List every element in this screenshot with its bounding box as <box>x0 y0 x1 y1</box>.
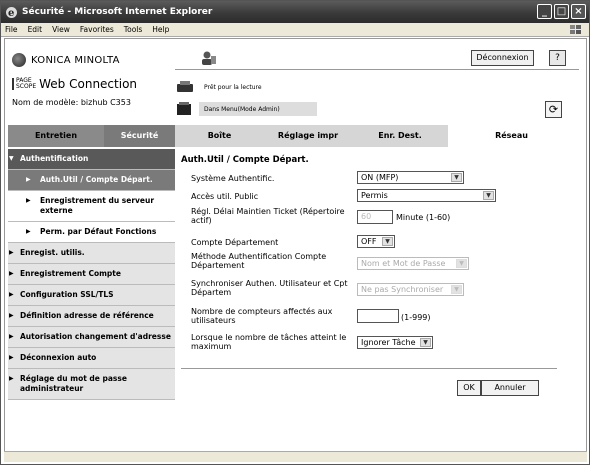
counters-range: (1-999) <box>401 313 431 322</box>
product-name: Web Connection <box>39 77 138 91</box>
menu-help[interactable]: Help <box>152 25 169 34</box>
help-button[interactable]: ? <box>549 50 566 66</box>
mode-status: Dans Menu(Mode Admin) <box>175 102 280 116</box>
menu-tools[interactable]: Tools <box>124 25 142 34</box>
page-content: KONICA MINOLTA PAGE SCOPE Web Connection … <box>4 38 587 462</box>
pagescope-icon: PAGE SCOPE <box>12 78 36 90</box>
main-panel: Auth.Util / Compte Départ. <box>181 149 581 165</box>
tab-enr-dest[interactable]: Enr. Dest. <box>352 125 448 147</box>
status-ready: Prêt pour la lecture <box>204 83 262 91</box>
counters-input[interactable] <box>357 309 399 323</box>
menu-file[interactable]: File <box>5 25 18 34</box>
header-divider <box>175 69 579 70</box>
sidebar-head-authentification[interactable]: ▼ Authentification <box>8 149 175 170</box>
logout-button[interactable]: Déconnexion <box>471 50 534 66</box>
printer-icon <box>177 81 193 92</box>
sidebar-item-adresse-reference[interactable]: ▶ Définition adresse de référence <box>8 306 175 327</box>
browser-status-bar <box>4 451 587 462</box>
cancel-button[interactable]: Annuler <box>481 380 539 396</box>
sidebar-item-autorisation-adresse[interactable]: ▶ Autorisation changement d'adresse <box>8 327 175 348</box>
main-tabs: Entretien Sécurité Boîte Réglage impr En… <box>8 125 575 147</box>
title-bar: e Sécurité - Microsoft Internet Explorer… <box>1 1 589 23</box>
status-admin-mode: Dans Menu(Mode Admin) <box>204 105 280 113</box>
sidebar-item-enregistrement-compte[interactable]: ▶ Enregistrement Compte <box>8 264 175 285</box>
windows-logo-icon <box>570 25 581 34</box>
menu-edit[interactable]: Edit <box>28 25 43 34</box>
chevron-down-icon: ▼ <box>420 338 431 347</box>
company-name: KONICA MINOLTA <box>31 54 120 66</box>
minimize-button[interactable]: _ <box>537 4 552 19</box>
tab-boite[interactable]: Boîte <box>175 125 264 147</box>
field-row-max-taches: Lorsque le nombre de tâches atteint le m… <box>191 333 363 351</box>
ok-button[interactable]: OK <box>457 380 481 396</box>
tab-reseau[interactable]: Réseau <box>448 125 575 147</box>
field-row-ticket: Régl. Délai Maintien Ticket (Répertoire … <box>191 207 356 225</box>
menu-favorites[interactable]: Favorites <box>80 25 114 34</box>
field-row-acces-public: Accès util. Public <box>191 192 363 201</box>
field-label: Lorsque le nombre de tâches atteint le m… <box>191 333 347 351</box>
chevron-down-icon: ▼ <box>483 191 494 200</box>
dept-account-select[interactable]: OFF ▼ <box>357 235 395 248</box>
maximize-button[interactable]: □ <box>554 4 569 19</box>
chevron-down-icon: ▼ <box>451 285 462 294</box>
max-tasks-select[interactable]: Ignorer Tâche ▼ <box>357 336 433 349</box>
field-label: Méthode Authentification Compte Départem… <box>191 252 327 270</box>
chevron-down-icon: ▼ <box>382 237 393 246</box>
refresh-button[interactable]: ⟳ <box>545 101 562 118</box>
field-label: Accès util. Public <box>191 192 259 201</box>
menu-view[interactable]: View <box>52 25 70 34</box>
field-label: Synchroniser Authen. Utilisateur et Cpt … <box>191 279 348 297</box>
window-title: Sécurité - Microsoft Internet Explorer <box>22 7 213 17</box>
form-divider <box>181 368 557 369</box>
tab-securite[interactable]: Sécurité <box>104 125 175 147</box>
menu-bar: File Edit View Favorites Tools Help <box>1 23 589 37</box>
field-label: Système Authentific. <box>191 174 275 183</box>
field-label: Nombre de compteurs affectés aux utilisa… <box>191 307 333 325</box>
sidebar-item-deconnexion-auto[interactable]: ▶ Déconnexion auto <box>8 348 175 369</box>
field-row-auth-system: Système Authentific. <box>191 174 363 183</box>
auth-method-select[interactable]: Nom et Mot de Passe ▼ <box>357 257 469 270</box>
brand-logo: KONICA MINOLTA <box>12 53 172 67</box>
model-name: Nom de modèle: bizhub C353 <box>12 98 131 107</box>
sidebar-sub-auth-util[interactable]: ▶ Auth.Util / Compte Départ. <box>8 170 175 191</box>
close-button[interactable]: × <box>571 4 586 19</box>
ie-icon: e <box>6 6 17 19</box>
sync-select[interactable]: Ne pas Synchroniser ▼ <box>357 283 464 296</box>
chevron-down-icon: ▼ <box>451 173 462 182</box>
page-title: Auth.Util / Compte Départ. <box>181 155 309 165</box>
ticket-delay-unit: Minute (1-60) <box>396 213 451 222</box>
tab-reglage-impr[interactable]: Réglage impr <box>264 125 352 147</box>
public-access-select[interactable]: Permis ▼ <box>357 189 496 202</box>
svg-text:e: e <box>8 8 14 19</box>
chevron-down-icon: ▼ <box>456 259 467 268</box>
sidebar-item-enregist-utilis[interactable]: ▶ Enregist. utilis. <box>8 243 175 264</box>
sidebar-item-ssl-tls[interactable]: ▶ Configuration SSL/TLS <box>8 285 175 306</box>
field-row-methode-auth: Méthode Authentification Compte Départem… <box>191 252 353 270</box>
konica-globe-icon <box>12 53 26 67</box>
browser-window: e Sécurité - Microsoft Internet Explorer… <box>0 0 590 465</box>
field-label: Régl. Délai Maintien Ticket (Répertoire … <box>191 207 345 225</box>
pagescope-logo: PAGE SCOPE Web Connection <box>12 77 137 91</box>
sidebar: ▼ Authentification ▶ Auth.Util / Compte Dé… <box>8 149 175 400</box>
tab-entretien[interactable]: Entretien <box>8 125 104 147</box>
admin-user-icon <box>202 51 216 65</box>
sidebar-sub-perm-defaut[interactable]: ▶ Perm. par Défaut Fonctions <box>8 222 175 243</box>
field-row-compte-dept: Compte Département <box>191 238 363 247</box>
ticket-delay-input[interactable]: 60 <box>357 210 393 224</box>
field-row-compteurs: Nombre de compteurs affectés aux utilisa… <box>191 307 353 325</box>
auth-system-select[interactable]: ON (MFP) ▼ <box>357 171 464 184</box>
field-row-synchroniser: Synchroniser Authen. Utilisateur et Cpt … <box>191 279 361 297</box>
copier-icon <box>177 102 191 115</box>
sidebar-sub-serveur-externe[interactable]: ▶ Enregistrement du serveur externe <box>8 191 175 222</box>
field-label: Compte Département <box>191 238 279 247</box>
sidebar-item-mot-de-passe[interactable]: ▶ Réglage du mot de passe administrateur <box>8 369 175 400</box>
printer-status: Prêt pour la lecture <box>175 80 262 94</box>
